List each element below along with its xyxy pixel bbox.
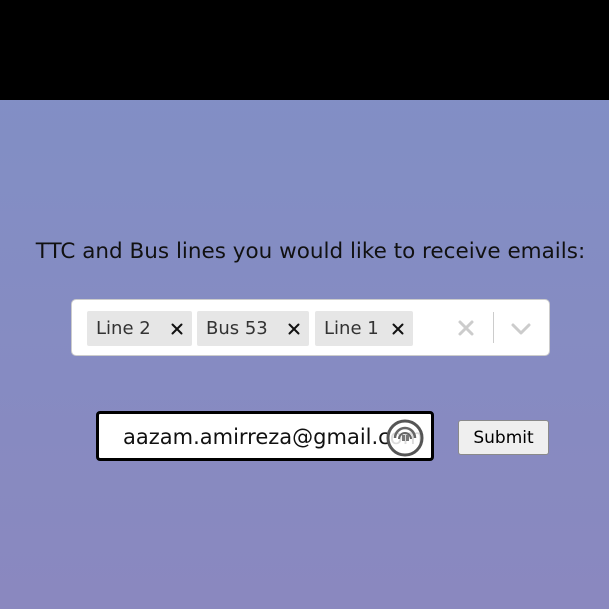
selected-chip-line-1: Line 1: [315, 311, 413, 346]
lines-multi-select[interactable]: Line 2 Bus 53 Line 1: [71, 299, 550, 356]
close-icon: [458, 320, 474, 336]
clear-selection-button[interactable]: [455, 317, 477, 339]
remove-line-2-button[interactable]: [164, 311, 190, 346]
close-icon: [392, 323, 404, 334]
email-field[interactable]: [96, 411, 434, 461]
close-icon: [288, 323, 300, 334]
selected-chip-line-2: Line 2: [87, 311, 192, 346]
fingerprint-icon: [386, 419, 424, 457]
close-icon: [171, 323, 183, 334]
autofill-icon[interactable]: [386, 419, 424, 457]
dropdown-toggle-button[interactable]: [509, 317, 533, 341]
chevron-down-icon: [511, 323, 531, 335]
submit-button[interactable]: Submit: [458, 420, 549, 455]
chip-label: Bus 53: [206, 318, 268, 339]
page-heading: TTC and Bus lines you would like to rece…: [35, 239, 586, 264]
top-black-bar: [0, 0, 609, 100]
remove-bus-53-button[interactable]: [281, 311, 307, 346]
chip-label: Line 2: [96, 318, 151, 339]
selected-chip-bus-53: Bus 53: [197, 311, 309, 346]
indicator-separator: [493, 312, 494, 343]
chip-label: Line 1: [324, 318, 379, 339]
remove-line-1-button[interactable]: [385, 311, 411, 346]
email-input[interactable]: [123, 422, 423, 452]
